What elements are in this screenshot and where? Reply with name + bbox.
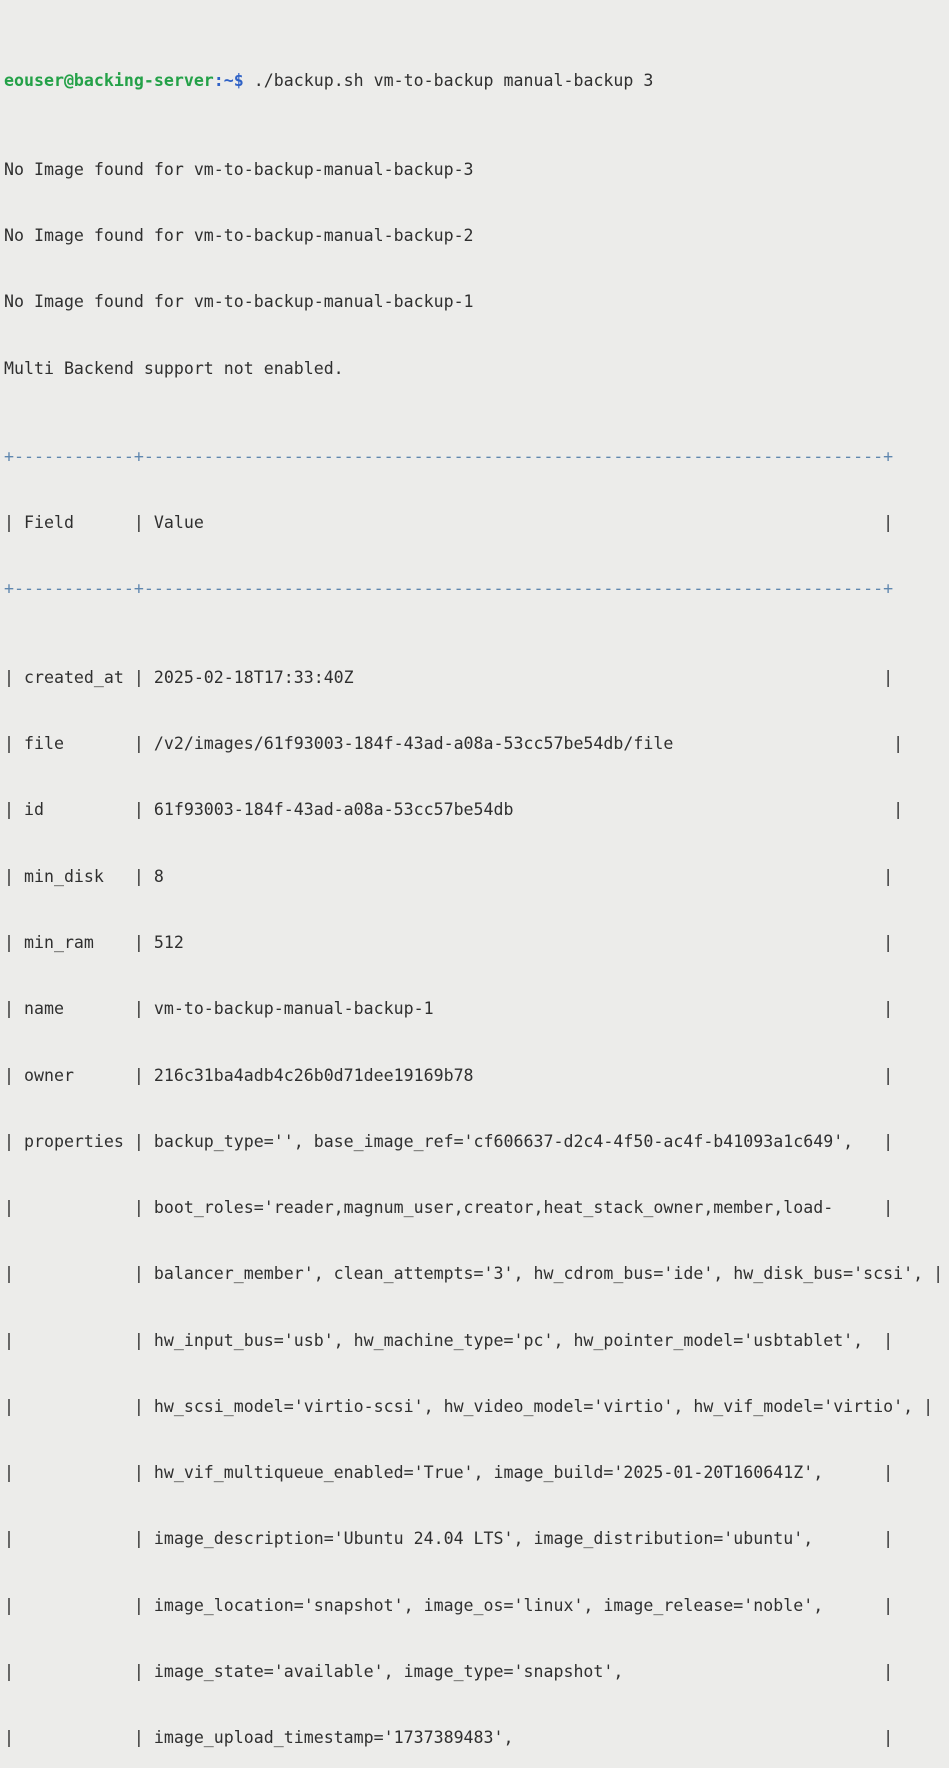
- command-text: ./backup.sh vm-to-backup manual-backup 3: [243, 71, 654, 91]
- table-row: | | image_description='Ubuntu 24.04 LTS'…: [4, 1528, 949, 1550]
- table-row-text: | owner | 216c31ba4adb4c26b0d71dee19169b…: [4, 1065, 894, 1085]
- table-row: | | boot_roles='reader,magnum_user,creat…: [4, 1197, 949, 1219]
- table-row: | min_disk | 8 |: [4, 866, 949, 888]
- table-row: | min_ram | 512 |: [4, 932, 949, 954]
- message-text: No Image found for vm-to-backup-manual-b…: [4, 225, 474, 245]
- table-row-text: | | hw_input_bus='usb', hw_machine_type=…: [4, 1330, 894, 1350]
- table-row-text: | created_at | 2025-02-18T17:33:40Z |: [4, 667, 894, 687]
- table-header-text: | Field | Value |: [4, 513, 894, 533]
- table-border: +------------+--------------------------…: [4, 446, 894, 466]
- command-line: eouser@backing-server:~$ ./backup.sh vm-…: [4, 70, 949, 92]
- prompt-path-symbol: :~$: [213, 71, 244, 91]
- message-text: No Image found for vm-to-backup-manual-b…: [4, 292, 474, 312]
- output-message: Multi Backend support not enabled.: [4, 358, 949, 380]
- terminal-window[interactable]: eouser@backing-server:~$ ./backup.sh vm-…: [0, 0, 949, 1747]
- table-row-text: | file | /v2/images/61f93003-184f-43ad-a…: [4, 734, 904, 754]
- table-row: | | hw_vif_multiqueue_enabled='True', im…: [4, 1462, 949, 1484]
- table-row: | | hw_scsi_model='virtio-scsi', hw_vide…: [4, 1396, 949, 1418]
- table-border: +------------+--------------------------…: [4, 579, 894, 599]
- table-rule-header: +------------+--------------------------…: [4, 578, 949, 600]
- output-message: No Image found for vm-to-backup-manual-b…: [4, 159, 949, 181]
- table-row-text: | | image_description='Ubuntu 24.04 LTS'…: [4, 1529, 894, 1549]
- table-row: | | image_location='snapshot', image_os=…: [4, 1595, 949, 1617]
- table-header-row: | Field | Value |: [4, 512, 949, 534]
- table-row: | | image_upload_timestamp='1737389483',…: [4, 1727, 949, 1749]
- table-row-text: | | image_upload_timestamp='1737389483',…: [4, 1728, 894, 1748]
- message-text: No Image found for vm-to-backup-manual-b…: [4, 159, 474, 179]
- table-row: | | image_state='available', image_type=…: [4, 1661, 949, 1683]
- table-row: | created_at | 2025-02-18T17:33:40Z |: [4, 667, 949, 689]
- table-row-text: | | hw_scsi_model='virtio-scsi', hw_vide…: [4, 1396, 934, 1416]
- table-row-text: | | hw_vif_multiqueue_enabled='True', im…: [4, 1463, 894, 1483]
- table-row-text: | | balancer_member', clean_attempts='3'…: [4, 1264, 944, 1284]
- table-row: | | hw_input_bus='usb', hw_machine_type=…: [4, 1330, 949, 1352]
- output-message: No Image found for vm-to-backup-manual-b…: [4, 225, 949, 247]
- table-row: | file | /v2/images/61f93003-184f-43ad-a…: [4, 733, 949, 755]
- table-row: | properties | backup_type='', base_imag…: [4, 1131, 949, 1153]
- table-row-text: | | image_location='snapshot', image_os=…: [4, 1595, 894, 1615]
- table-row: | owner | 216c31ba4adb4c26b0d71dee19169b…: [4, 1065, 949, 1087]
- table-row-text: | properties | backup_type='', base_imag…: [4, 1131, 894, 1151]
- table-row-text: | id | 61f93003-184f-43ad-a08a-53cc57be5…: [4, 800, 904, 820]
- table-row: | id | 61f93003-184f-43ad-a08a-53cc57be5…: [4, 799, 949, 821]
- table-row-text: | min_disk | 8 |: [4, 866, 894, 886]
- output-message: No Image found for vm-to-backup-manual-b…: [4, 291, 949, 313]
- table-row-text: | min_ram | 512 |: [4, 932, 894, 952]
- table-rule-top: +------------+--------------------------…: [4, 446, 949, 468]
- table-row-text: | name | vm-to-backup-manual-backup-1 |: [4, 999, 894, 1019]
- table-row-text: | | image_state='available', image_type=…: [4, 1662, 894, 1682]
- prompt-user-host: eouser@backing-server: [4, 71, 214, 91]
- message-text: Multi Backend support not enabled.: [4, 358, 344, 378]
- table-row-text: | | boot_roles='reader,magnum_user,creat…: [4, 1198, 894, 1218]
- table-row: | name | vm-to-backup-manual-backup-1 |: [4, 998, 949, 1020]
- table-row: | | balancer_member', clean_attempts='3'…: [4, 1263, 949, 1285]
